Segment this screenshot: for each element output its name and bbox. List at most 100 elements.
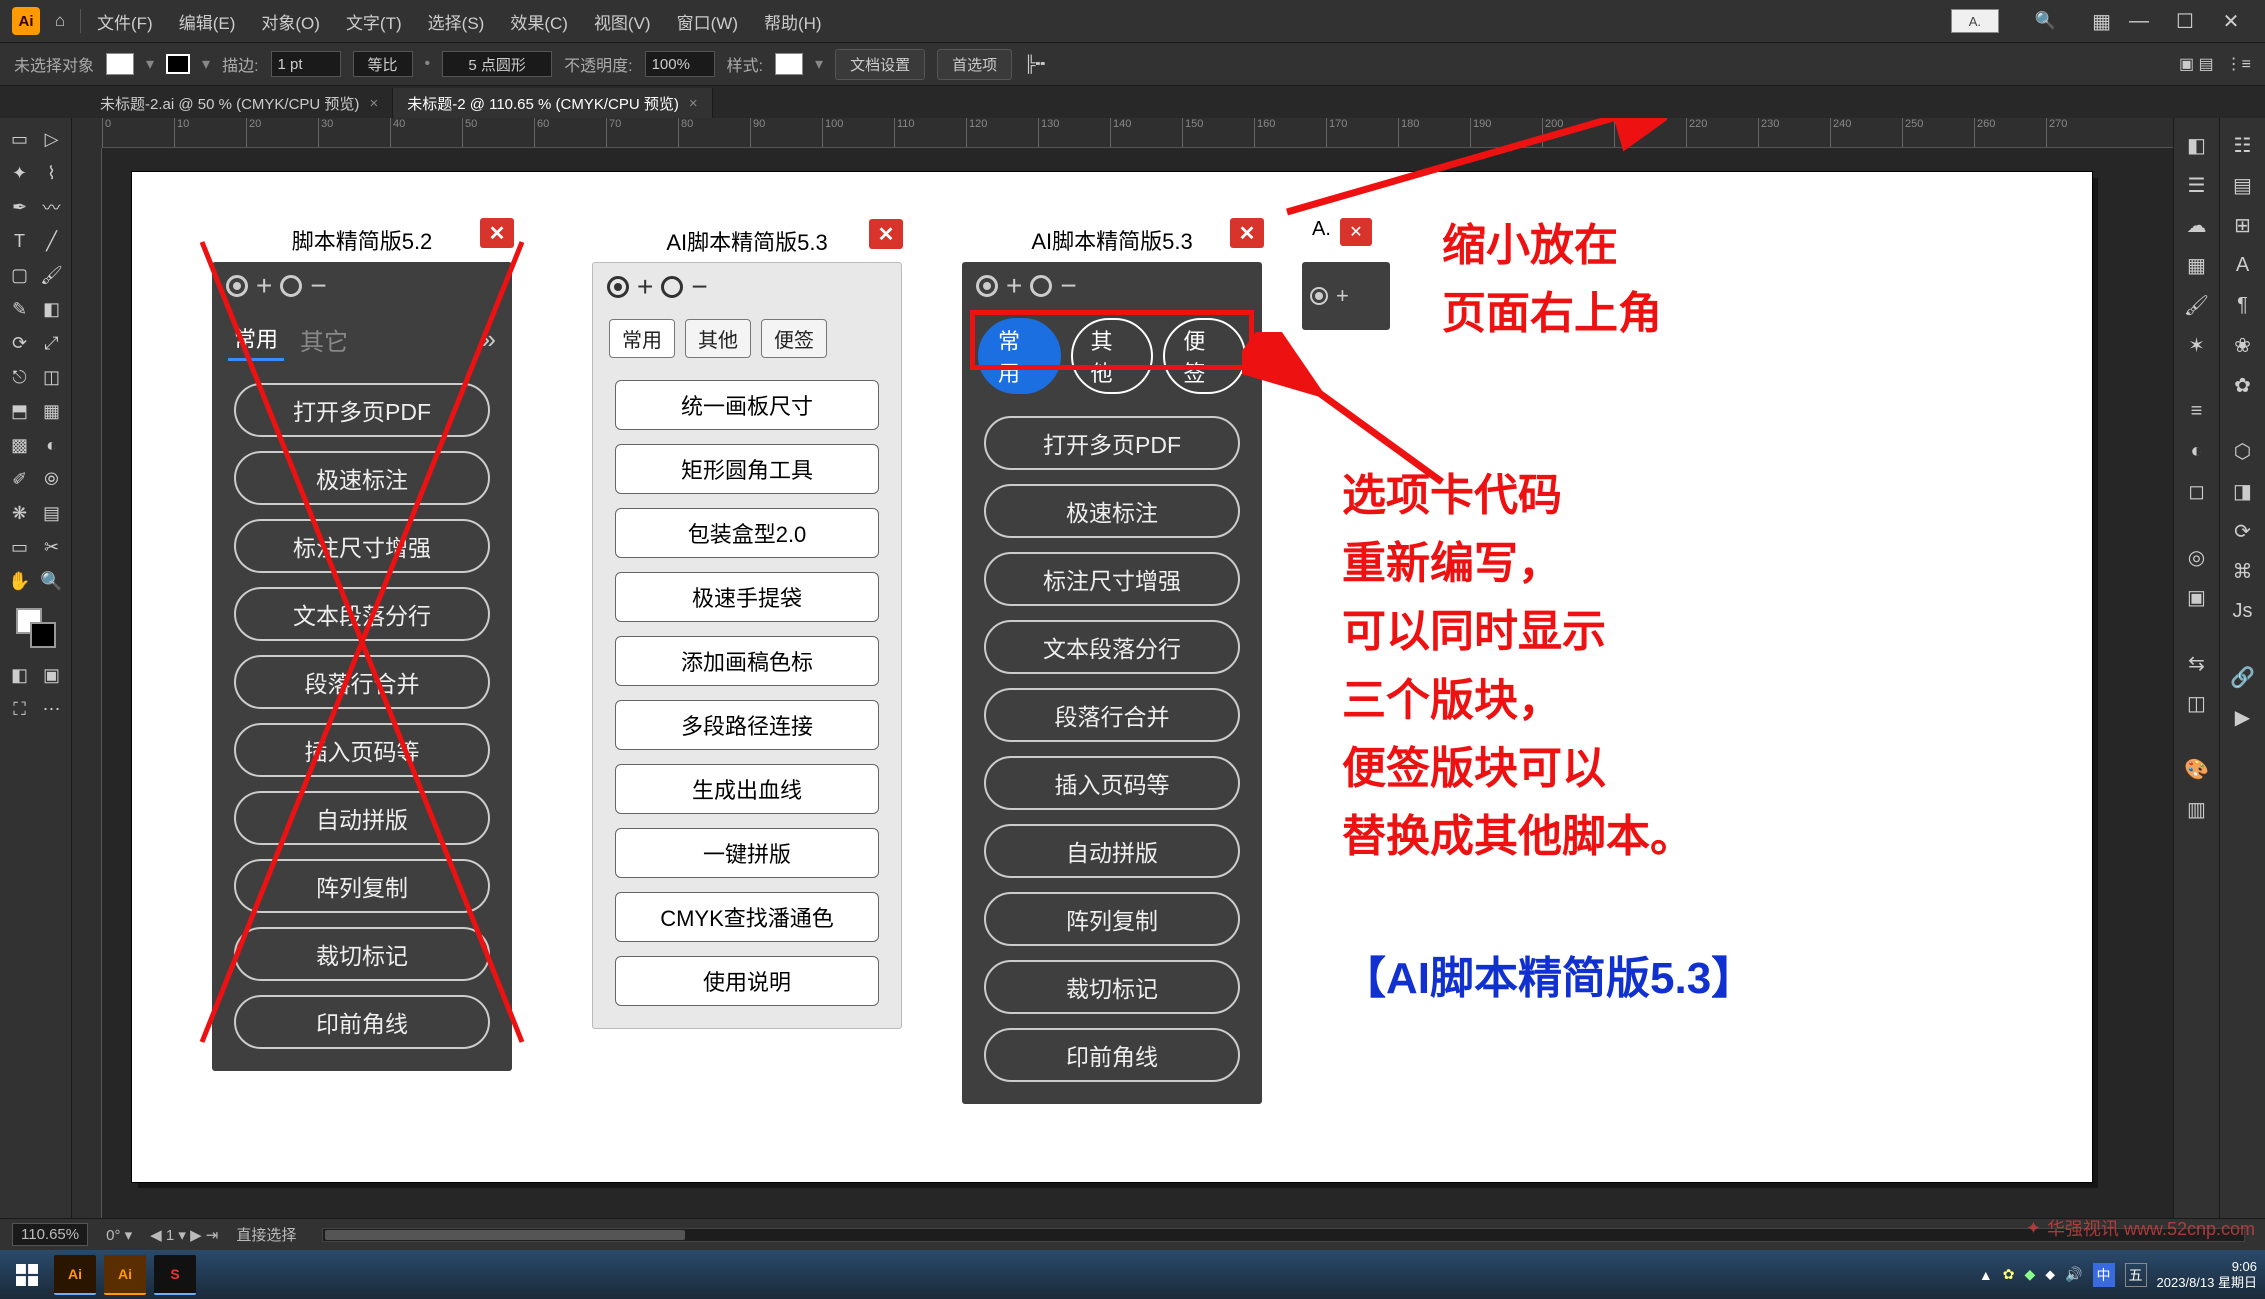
curvature-tool[interactable]: 〰 [37, 192, 67, 222]
search-icon[interactable]: 🔍 [2035, 11, 2056, 31]
script-button[interactable]: 自动拼版 [984, 824, 1240, 878]
taskbar-app-ai[interactable]: Ai [104, 1255, 146, 1295]
tab-notes[interactable]: 便签 [761, 319, 827, 358]
tab-common[interactable]: 常用 [978, 318, 1061, 394]
document-setup-button[interactable]: 文档设置 [835, 49, 925, 80]
more-icon[interactable]: ⋮≡ [2226, 54, 2251, 74]
radio-on-icon[interactable] [976, 275, 998, 297]
ime-icon[interactable]: 中 [2093, 1263, 2115, 1287]
script-button[interactable]: 裁切标记 [234, 927, 490, 981]
pathfinder-icon[interactable]: ◫ [2180, 686, 2214, 720]
tray-icon[interactable]: ✿ [2003, 1266, 2015, 1283]
script-button[interactable]: 打开多页PDF [984, 416, 1240, 470]
align-icon[interactable]: ╠╍ [1024, 54, 1045, 74]
stroke-weight-input[interactable] [271, 51, 341, 77]
free-transform-tool[interactable]: ◫ [37, 362, 67, 392]
script-button[interactable]: 打开多页PDF [234, 383, 490, 437]
close-panel-button[interactable]: ✕ [1230, 218, 1264, 248]
appearance-icon[interactable]: ◎ [2180, 540, 2214, 574]
fill-swatch[interactable] [106, 53, 134, 75]
panel-icon[interactable]: ❀ [2226, 328, 2260, 362]
rotate-tool[interactable]: ⟳ [5, 328, 35, 358]
scrollbar-h[interactable] [322, 1228, 2245, 1242]
rotate-view-icon[interactable]: 0° ▾ [106, 1226, 132, 1244]
transparency-icon[interactable]: ◻ [2180, 474, 2214, 508]
artboard-tool[interactable]: ▭ [5, 532, 35, 562]
panel-icon[interactable]: 🔗 [2226, 660, 2260, 694]
script-button[interactable]: 裁切标记 [984, 960, 1240, 1014]
swatches-icon[interactable]: ▦ [2180, 248, 2214, 282]
script-button[interactable]: 添加画稿色标 [615, 636, 879, 686]
graph-tool[interactable]: ▤ [37, 498, 67, 528]
stroke-swatch[interactable] [166, 54, 190, 74]
symbol-sprayer-tool[interactable]: ❋ [5, 498, 35, 528]
minimize-button[interactable]: — [2117, 7, 2161, 35]
start-button[interactable] [8, 1256, 46, 1294]
script-button[interactable]: 使用说明 [615, 956, 879, 1006]
hand-tool[interactable]: ✋ [5, 566, 35, 596]
selection-tool[interactable]: ▭ [5, 124, 35, 154]
panel-icon[interactable]: ▶ [2226, 700, 2260, 734]
document-tab[interactable]: 未标题-2 @ 110.65 % (CMYK/CPU 预览)× [393, 88, 712, 118]
radio-off-icon[interactable] [280, 275, 302, 297]
panel-icon[interactable]: ⬡ [2226, 434, 2260, 468]
menu-object[interactable]: 对象(O) [251, 5, 330, 38]
menu-view[interactable]: 视图(V) [584, 5, 661, 38]
line-tool[interactable]: ╱ [37, 226, 67, 256]
edit-toolbar-icon[interactable]: ⋯ [37, 694, 67, 724]
maximize-button[interactable]: ☐ [2163, 7, 2207, 35]
panel-icon[interactable]: A [2226, 248, 2260, 282]
menu-help[interactable]: 帮助(H) [754, 5, 832, 38]
draw-mode-icon[interactable]: ▣ [37, 660, 67, 690]
rectangle-tool[interactable]: ▢ [5, 260, 35, 290]
screen-mode-icon[interactable]: ⛶ [5, 694, 35, 724]
panel-toggle-icon[interactable]: ▣ ▤ [2179, 54, 2214, 74]
color-icon[interactable]: 🎨 [2180, 752, 2214, 786]
script-button[interactable]: 一键拼版 [615, 828, 879, 878]
taskbar-app-ai[interactable]: Ai [54, 1255, 96, 1295]
preferences-button[interactable]: 首选项 [937, 49, 1012, 80]
menu-edit[interactable]: 编辑(E) [169, 5, 246, 38]
script-button[interactable]: 印前角线 [984, 1028, 1240, 1082]
radio-off-icon[interactable] [1030, 275, 1052, 297]
script-button[interactable]: 标注尺寸增强 [984, 552, 1240, 606]
menu-type[interactable]: 文字(T) [336, 5, 412, 38]
menu-file[interactable]: 文件(F) [87, 5, 163, 38]
canvas[interactable]: 0102030405060708090100110120130140150160… [72, 118, 2173, 1218]
width-tool[interactable]: ⎋ [5, 362, 35, 392]
close-panel-button[interactable]: ✕ [480, 218, 514, 248]
close-panel-button[interactable]: ✕ [869, 219, 903, 249]
close-tab-icon[interactable]: × [369, 95, 378, 112]
tab-common[interactable]: 常用 [228, 318, 284, 361]
script-button[interactable]: 印前角线 [234, 995, 490, 1049]
script-button[interactable]: 矩形圆角工具 [615, 444, 879, 494]
script-button[interactable]: 阵列复制 [234, 859, 490, 913]
eraser-tool[interactable]: ◧ [37, 294, 67, 324]
mini-close-button[interactable]: ✕ [1340, 218, 1372, 246]
document-tab[interactable]: 未标题-2.ai @ 50 % (CMYK/CPU 预览)× [86, 88, 393, 118]
arrange-docs-icon[interactable]: ▦ [2092, 9, 2111, 34]
tray-icon[interactable]: ⬥ [2045, 1266, 2055, 1283]
gradient-panel-icon[interactable]: ◐ [2180, 434, 2214, 468]
opacity-input[interactable] [645, 51, 715, 77]
radio-off-icon[interactable] [661, 276, 683, 298]
panel-icon[interactable]: ◨ [2226, 474, 2260, 508]
menu-effect[interactable]: 效果(C) [500, 5, 578, 38]
script-button[interactable]: 插入页码等 [234, 723, 490, 777]
zoom-level[interactable]: 110.65% [12, 1223, 88, 1246]
script-button[interactable]: 文本段落分行 [984, 620, 1240, 674]
radio-on-icon[interactable] [1310, 287, 1328, 305]
slice-tool[interactable]: ✂ [37, 532, 67, 562]
panel-icon[interactable]: ⟳ [2226, 514, 2260, 548]
style-swatch[interactable] [775, 53, 803, 75]
libraries-icon[interactable]: ☁ [2180, 208, 2214, 242]
mesh-tool[interactable]: ▩ [5, 430, 35, 460]
properties-icon[interactable]: ◧ [2180, 128, 2214, 162]
horizontal-ruler[interactable]: 0102030405060708090100110120130140150160… [102, 118, 2173, 148]
pen-tool[interactable]: ✒ [5, 192, 35, 222]
vertical-ruler[interactable] [72, 148, 102, 1218]
lasso-tool[interactable]: ⌇ [37, 158, 67, 188]
tab-notes[interactable]: 便签 [1163, 318, 1246, 394]
script-button[interactable]: 包装盒型2.0 [615, 508, 879, 558]
tray-icon[interactable]: ◆ [2025, 1266, 2036, 1283]
